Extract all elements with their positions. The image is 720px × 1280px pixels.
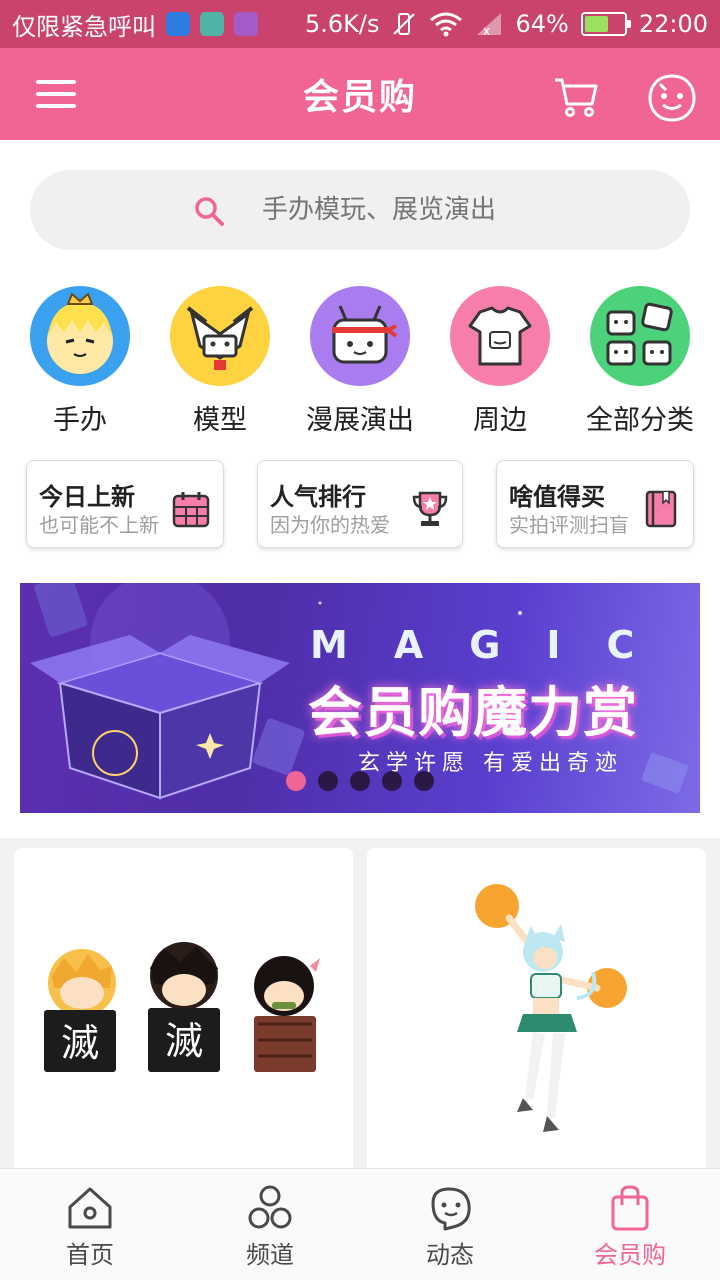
feature-title: 今日上新 xyxy=(39,483,135,511)
feature-worth-buying[interactable]: 啥值得买 实拍评测扫盲 xyxy=(496,460,694,548)
category-all[interactable]: 全部分类 xyxy=(570,286,710,437)
category-label: 手办 xyxy=(53,405,107,436)
nav-channel[interactable]: 频道 xyxy=(180,1183,360,1270)
cart-icon[interactable] xyxy=(552,72,600,120)
channel-icon xyxy=(248,1185,292,1229)
menu-button[interactable] xyxy=(36,80,76,108)
carousel-dot[interactable] xyxy=(414,771,434,791)
network-speed: 5.6K/s xyxy=(304,10,380,38)
all-categories-icon xyxy=(590,286,690,386)
figure-icon xyxy=(30,286,130,386)
product-card[interactable] xyxy=(367,848,706,1168)
nav-home[interactable]: 首页 xyxy=(0,1183,180,1270)
bottom-navigation: 首页 频道 动态 会员购 xyxy=(0,1168,720,1280)
banner-magic-text: MAGIC xyxy=(310,623,681,667)
nav-label: 频道 xyxy=(246,1241,294,1269)
menu-icon-bar xyxy=(36,80,76,84)
category-label: 周边 xyxy=(473,405,527,436)
vibrate-off-icon xyxy=(393,13,416,35)
feature-subtitle: 实拍评测扫盲 xyxy=(509,513,629,537)
product-image: 滅 滅 xyxy=(44,942,320,1072)
trophy-icon xyxy=(412,491,448,526)
model-icon xyxy=(170,286,270,386)
battery-percent: 64% xyxy=(515,10,569,38)
search-bar[interactable] xyxy=(30,170,690,250)
carrier-text: 仅限紧急呼叫 xyxy=(12,12,156,41)
nav-vip-shop[interactable]: 会员购 xyxy=(540,1183,720,1270)
wifi-icon xyxy=(430,12,463,37)
carousel-dot[interactable] xyxy=(382,771,402,791)
app-notification-icon xyxy=(166,12,190,36)
category-label: 漫展演出 xyxy=(306,405,414,436)
carousel-dot[interactable] xyxy=(286,771,306,791)
feature-popularity-ranking[interactable]: 人气排行 因为你的热爱 xyxy=(257,460,463,548)
nav-label: 首页 xyxy=(66,1241,114,1269)
feature-title: 啥值得买 xyxy=(509,483,605,511)
svg-text:滅: 滅 xyxy=(61,1021,99,1065)
home-icon xyxy=(68,1187,112,1229)
product-card[interactable]: 滅 滅 xyxy=(14,848,353,1168)
book-icon xyxy=(645,490,677,528)
category-model[interactable]: 模型 xyxy=(150,286,290,437)
search-input[interactable] xyxy=(262,190,662,230)
banner-title: 会员购魔力赏 xyxy=(308,681,638,744)
category-label: 模型 xyxy=(193,405,247,436)
search-icon xyxy=(195,197,224,226)
image-notification-icon xyxy=(234,12,258,36)
menu-icon-bar xyxy=(36,92,76,96)
page-title: 会员购 xyxy=(302,77,417,118)
category-merch[interactable]: 周边 xyxy=(430,286,570,437)
nav-label: 动态 xyxy=(426,1241,474,1269)
menu-icon-bar xyxy=(36,104,76,108)
carousel-indicator xyxy=(286,771,434,791)
customer-service-icon[interactable] xyxy=(646,72,698,124)
calendar-icon xyxy=(172,492,210,528)
merch-icon xyxy=(450,286,550,386)
shopping-bag-icon xyxy=(611,1185,649,1231)
feature-subtitle: 也可能不上新 xyxy=(39,513,159,537)
dynamic-icon xyxy=(431,1187,471,1231)
category-label: 全部分类 xyxy=(586,405,694,436)
category-figure[interactable]: 手办 xyxy=(10,286,150,437)
nav-label: 会员购 xyxy=(594,1241,666,1269)
feature-new-arrivals[interactable]: 今日上新 也可能不上新 xyxy=(26,460,224,548)
promo-banner[interactable]: MAGIC 会员购魔力赏 玄学许愿 有爱出奇迹 xyxy=(20,583,700,813)
expo-icon xyxy=(310,286,410,386)
carousel-dot[interactable] xyxy=(350,771,370,791)
product-image xyxy=(475,884,627,1132)
battery-level xyxy=(584,16,608,32)
android-notification-icon xyxy=(200,12,224,36)
nav-dynamic[interactable]: 动态 xyxy=(360,1183,540,1270)
svg-text:x: x xyxy=(483,24,490,37)
signal-icon: x xyxy=(477,13,502,37)
feature-title: 人气排行 xyxy=(270,483,366,511)
svg-text:滅: 滅 xyxy=(165,1019,203,1063)
status-bar: 仅限紧急呼叫 5.6K/s x 64% 22:00 xyxy=(0,0,720,48)
battery-icon xyxy=(580,12,631,36)
category-expo[interactable]: 漫展演出 xyxy=(290,286,430,437)
app-header: 会员购 xyxy=(0,48,720,140)
carousel-dot[interactable] xyxy=(318,771,338,791)
feature-subtitle: 因为你的热爱 xyxy=(270,513,390,537)
clock: 22:00 xyxy=(638,10,708,38)
